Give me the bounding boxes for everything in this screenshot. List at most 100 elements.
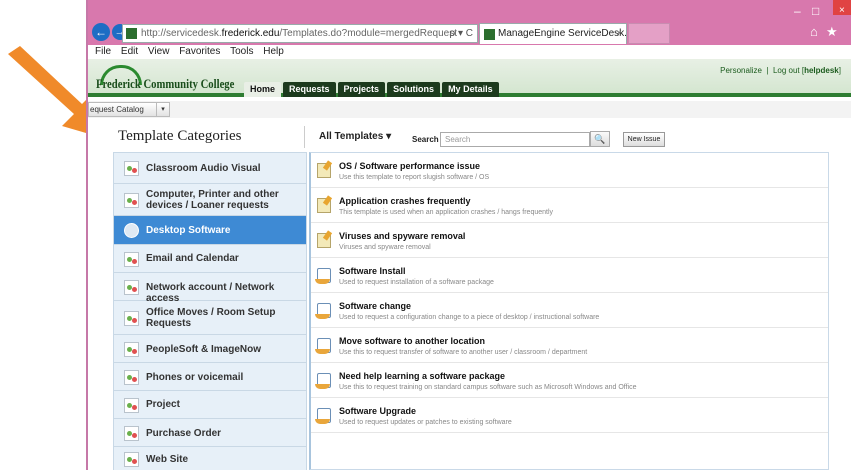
template-title[interactable]: Need help learning a software package: [339, 371, 505, 381]
search-input[interactable]: Search: [440, 132, 590, 147]
category-item[interactable]: Project: [114, 391, 306, 419]
close-window-button[interactable]: ×: [833, 0, 851, 16]
incident-icon: [317, 233, 331, 248]
menu-view[interactable]: View: [148, 45, 170, 59]
template-desc: This template is used when an applicatio…: [339, 209, 554, 216]
desktop-software-icon: [124, 223, 139, 238]
browser-tab[interactable]: ManageEngine ServiceDesk... ×: [479, 23, 627, 44]
divider: [304, 126, 305, 148]
main-nav: Home Requests Projects Solutions My Deta…: [244, 82, 501, 97]
request-catalog-label: equest Catalog: [90, 105, 144, 114]
user-links: Personalize | Log out [helpdesk]: [720, 66, 841, 75]
category-label: Project: [146, 399, 180, 410]
category-item[interactable]: Web Site: [114, 447, 306, 470]
tab-home[interactable]: Home: [244, 82, 282, 97]
category-icon: [124, 426, 139, 441]
category-item[interactable]: Email and Calendar: [114, 245, 306, 273]
menu-bar: File Edit View Favorites Tools Help: [88, 45, 851, 59]
browser-window: ← → http://servicedesk.frederick.edu/Tem…: [86, 0, 851, 470]
search-icon[interactable]: 🔍: [590, 131, 610, 147]
link-separator: |: [766, 66, 769, 75]
template-title[interactable]: Viruses and spyware removal: [339, 231, 465, 241]
back-button[interactable]: ←: [92, 23, 110, 41]
template-desc: Viruses and spyware removal: [339, 244, 431, 251]
template-item[interactable]: Move software to another location Use th…: [311, 328, 828, 363]
minimize-icon[interactable]: ‒: [794, 4, 801, 18]
template-item[interactable]: Software Install Used to request install…: [311, 258, 828, 293]
category-item-selected[interactable]: Desktop Software: [114, 216, 306, 245]
template-item[interactable]: Need help learning a software package Us…: [311, 363, 828, 398]
service-request-icon: [315, 373, 331, 389]
template-desc: Use this to request training on standard…: [339, 384, 637, 391]
template-filter-dropdown[interactable]: All Templates ▾: [319, 131, 391, 142]
service-request-icon: [315, 303, 331, 319]
category-item[interactable]: Computer, Printer and other devices / Lo…: [114, 184, 306, 216]
category-item[interactable]: Phones or voicemail: [114, 363, 306, 391]
page-title: Template Categories: [118, 128, 242, 144]
request-catalog-button[interactable]: equest Catalog ▾: [88, 102, 170, 117]
template-desc: Used to request updates or patches to ex…: [339, 419, 512, 426]
tab-solutions[interactable]: Solutions: [387, 82, 441, 97]
category-label: Desktop Software: [146, 225, 231, 236]
template-item[interactable]: Application crashes frequently This temp…: [311, 188, 828, 223]
new-tab-button[interactable]: [628, 23, 670, 44]
url-path: /Templates.do?module=mergedRequest: [279, 28, 458, 39]
tab-projects[interactable]: Projects: [337, 82, 386, 97]
template-item[interactable]: Software change Used to request a config…: [311, 293, 828, 328]
template-title[interactable]: Software Install: [339, 266, 406, 276]
address-controls[interactable]: ρ ▾ C: [450, 25, 474, 42]
category-item[interactable]: Classroom Audio Visual: [114, 153, 306, 184]
category-label: Purchase Order: [146, 428, 222, 439]
tab-close-icon[interactable]: ×: [616, 24, 622, 44]
template-desc: Used to request a configuration change t…: [339, 314, 600, 321]
chevron-down-icon: ▾: [386, 131, 392, 142]
tab-requests[interactable]: Requests: [283, 82, 336, 97]
menu-favorites[interactable]: Favorites: [179, 45, 220, 59]
category-label: Office Moves / Room Setup Requests: [146, 307, 276, 329]
tab-favicon-icon: [484, 29, 495, 40]
category-icon: [124, 161, 139, 176]
template-item[interactable]: OS / Software performance issue Use this…: [311, 153, 828, 188]
template-desc: Use this to request transfer of software…: [339, 349, 588, 356]
menu-edit[interactable]: Edit: [121, 45, 138, 59]
logout-link[interactable]: Log out [helpdesk]: [773, 66, 841, 75]
category-label: Classroom Audio Visual: [146, 163, 261, 174]
category-icon: [124, 342, 139, 357]
personalize-link[interactable]: Personalize: [720, 66, 762, 75]
close-icon: ×: [839, 5, 845, 16]
template-item[interactable]: Software Upgrade Used to request updates…: [311, 398, 828, 433]
category-item[interactable]: Purchase Order: [114, 419, 306, 447]
category-label: Email and Calendar: [146, 253, 239, 264]
new-issue-button[interactable]: New Issue: [623, 132, 665, 147]
chevron-down-icon[interactable]: ▾: [156, 103, 169, 116]
category-label: Web Site: [146, 454, 189, 465]
address-bar[interactable]: http://servicedesk.frederick.edu/Templat…: [122, 24, 478, 43]
service-request-icon: [315, 338, 331, 354]
college-logo-text[interactable]: Frederick Community College: [96, 76, 234, 92]
template-list: OS / Software performance issue Use this…: [309, 152, 829, 470]
home-icon[interactable]: ⌂: [810, 24, 818, 39]
category-list: Classroom Audio Visual Computer, Printer…: [113, 152, 307, 470]
category-label: Computer, Printer and other devices / Lo…: [146, 189, 279, 211]
category-item[interactable]: Office Moves / Room Setup Requests: [114, 301, 306, 335]
template-title[interactable]: Move software to another location: [339, 336, 485, 346]
category-item[interactable]: PeopleSoft & ImageNow: [114, 335, 306, 363]
menu-tools[interactable]: Tools: [230, 45, 253, 59]
template-title[interactable]: Software change: [339, 301, 411, 311]
template-title[interactable]: Software Upgrade: [339, 406, 416, 416]
maximize-icon[interactable]: □: [812, 4, 819, 18]
browser-chrome: ← → http://servicedesk.frederick.edu/Tem…: [88, 0, 851, 45]
category-item[interactable]: Network account / Network access: [114, 273, 306, 304]
category-icon: [124, 452, 139, 467]
favorites-star-icon[interactable]: ★: [826, 24, 838, 40]
menu-file[interactable]: File: [95, 45, 111, 59]
template-title[interactable]: Application crashes frequently: [339, 196, 471, 206]
site-favicon-icon: [126, 28, 137, 39]
category-label: PeopleSoft & ImageNow: [146, 344, 262, 355]
template-title[interactable]: OS / Software performance issue: [339, 161, 480, 171]
template-item[interactable]: Viruses and spyware removal Viruses and …: [311, 223, 828, 258]
url-prefix: http://servicedesk.: [141, 28, 222, 39]
tab-title: ManageEngine ServiceDesk...: [498, 28, 627, 39]
tab-my-details[interactable]: My Details: [442, 82, 499, 97]
menu-help[interactable]: Help: [263, 45, 284, 59]
